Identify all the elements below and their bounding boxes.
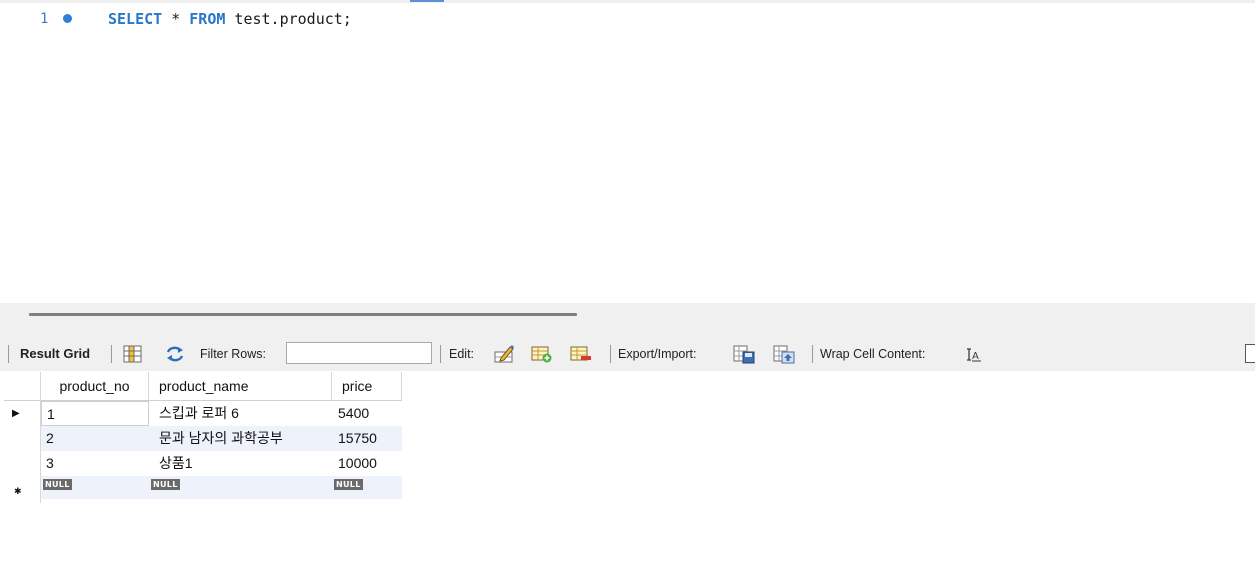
sql-table-name: test.product; — [225, 10, 352, 28]
edit-label: Edit: — [449, 346, 475, 361]
add-row-icon[interactable] — [531, 344, 553, 364]
table-cell[interactable]: 2 — [41, 426, 149, 451]
new-row-cell[interactable]: NULL — [332, 476, 402, 499]
line-number: 1 — [40, 11, 49, 27]
result-grid-tab[interactable]: Result Grid — [20, 336, 90, 371]
wrap-cell-content-icon[interactable]: A — [962, 344, 984, 364]
edit-pencil-icon[interactable] — [493, 344, 515, 364]
sql-editor[interactable]: 1 SELECT * FROM test.product; — [0, 0, 1255, 303]
table-cell[interactable]: 문과 남자의 과학공부 — [149, 426, 332, 451]
refresh-icon[interactable] — [164, 344, 186, 364]
null-badge: NULL — [334, 479, 363, 490]
column-header-product-name[interactable]: product_name — [149, 372, 332, 401]
null-badge: NULL — [43, 479, 72, 490]
grid-corner — [4, 372, 41, 401]
horizontal-scrollbar-thumb[interactable] — [29, 313, 577, 316]
new-row-cell[interactable]: NULL — [149, 476, 332, 499]
new-row-cell[interactable]: NULL — [41, 476, 149, 499]
export-icon[interactable] — [733, 344, 755, 364]
null-badge: NULL — [151, 479, 180, 490]
row-indicator[interactable] — [4, 426, 41, 451]
filter-rows-label: Filter Rows: — [200, 346, 266, 361]
sql-keyword-select: SELECT — [108, 10, 163, 28]
sql-statement[interactable]: SELECT * FROM test.product; — [108, 10, 352, 28]
column-header-price[interactable]: price — [332, 372, 402, 401]
toolbar-separator — [111, 345, 112, 363]
table-cell[interactable]: 1 — [41, 401, 149, 426]
export-import-label: Export/Import: — [618, 346, 697, 361]
delete-row-icon[interactable] — [570, 344, 592, 364]
result-toolbar: Result Grid Filter Rows: Edit: Export/Im… — [0, 336, 1255, 371]
statement-marker-icon — [63, 14, 72, 23]
import-icon[interactable] — [773, 344, 795, 364]
table-cell[interactable]: 5400 — [332, 401, 402, 426]
grid-layout-icon[interactable] — [122, 344, 144, 364]
sql-star: * — [162, 10, 190, 28]
new-row-indicator[interactable]: ✱ — [4, 476, 41, 503]
toolbar-separator — [440, 345, 441, 363]
table-cell[interactable]: 15750 — [332, 426, 402, 451]
filter-rows-input[interactable] — [286, 342, 432, 364]
row-indicator[interactable] — [4, 451, 41, 476]
toolbar-separator — [8, 345, 9, 363]
table-cell[interactable]: 스킵과 로퍼 6 — [149, 401, 332, 426]
toolbar-overflow-edge — [1245, 344, 1255, 363]
toolbar-separator — [610, 345, 611, 363]
sql-keyword-from: FROM — [189, 10, 226, 28]
table-cell[interactable]: 10000 — [332, 451, 402, 476]
row-indicator-current[interactable]: ▶ — [4, 401, 41, 426]
table-cell[interactable]: 상품1 — [149, 451, 332, 476]
column-header-product-no[interactable]: product_no — [41, 372, 149, 401]
editor-top-border — [0, 0, 1255, 3]
svg-text:A: A — [972, 351, 979, 362]
editor-results-splitter[interactable] — [0, 303, 1255, 336]
toolbar-separator — [812, 345, 813, 363]
wrap-cell-content-label: Wrap Cell Content: — [820, 346, 926, 361]
editor-tab-indicator — [410, 0, 444, 2]
table-cell[interactable]: 3 — [41, 451, 149, 476]
